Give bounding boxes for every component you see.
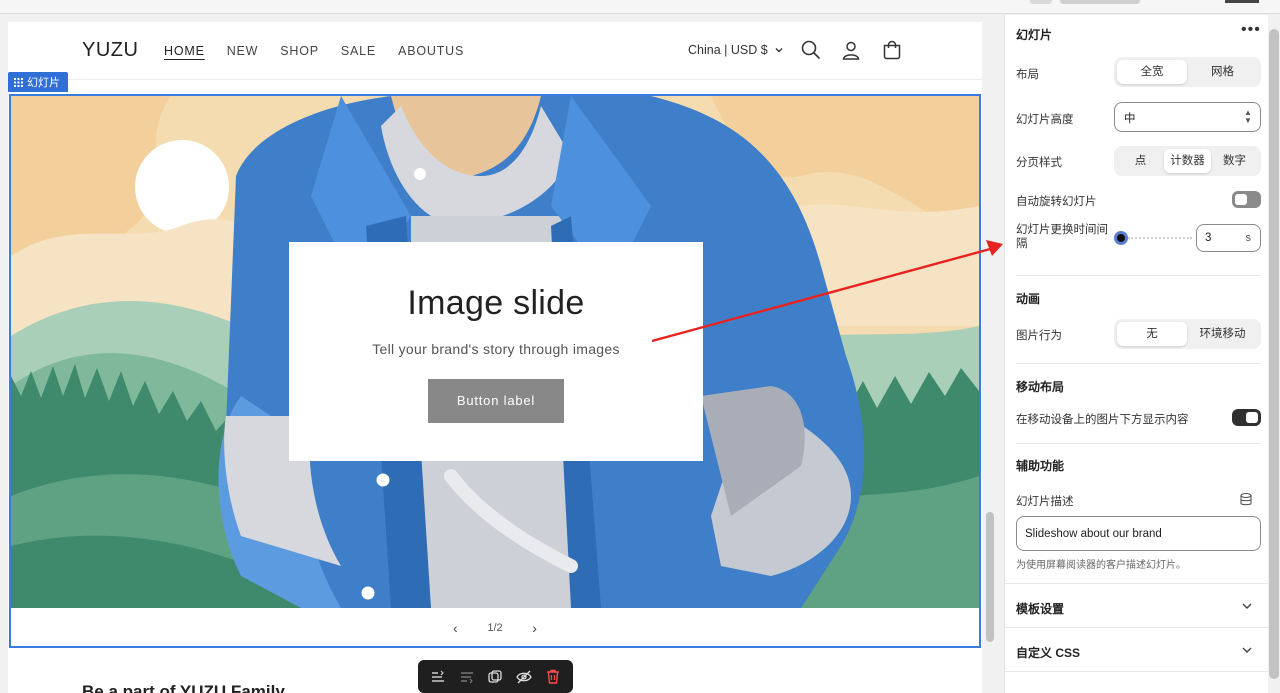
panel-scrollbar[interactable] — [1268, 15, 1280, 693]
layout-option-grid[interactable]: 网格 — [1187, 60, 1258, 84]
slide-heading: Image slide — [407, 284, 585, 322]
desc-input[interactable]: Slideshow about our brand — [1016, 516, 1261, 551]
desc-hint: 为使用屏幕阅读器的客户描述幻灯片。 — [1016, 560, 1186, 571]
pagination-segmented: 点 计数器 数字 — [1114, 146, 1261, 176]
interval-label: 幻灯片更换时间间隔 — [1016, 224, 1108, 250]
section-tag[interactable]: 幻灯片 — [8, 72, 68, 92]
prev-slide-button[interactable]: ‹ — [443, 620, 467, 636]
store-preview: YUZU HOME NEW SHOP SALE ABOUTUS China | … — [8, 22, 982, 693]
chevron-down-icon — [775, 48, 783, 53]
currency-label: China | USD $ — [688, 43, 768, 57]
move-up-icon[interactable] — [429, 668, 447, 686]
store-logo[interactable]: YUZU — [82, 39, 138, 62]
chevron-down-icon — [1242, 603, 1252, 609]
interval-slider[interactable] — [1114, 231, 1192, 245]
mobile-section-title: 移动布局 — [1016, 380, 1065, 394]
slide-subheading: Tell your brand's story through images — [372, 341, 620, 357]
interval-unit: s — [1245, 232, 1252, 244]
section-tag-label: 幻灯片 — [27, 77, 60, 89]
store-header: YUZU HOME NEW SHOP SALE ABOUTUS China | … — [8, 22, 982, 80]
search-icon[interactable] — [800, 39, 822, 61]
topbar-control[interactable] — [1060, 0, 1140, 4]
desc-label: 幻灯片描述 — [1016, 496, 1074, 508]
cart-icon[interactable] — [881, 39, 903, 61]
move-down-icon[interactable] — [458, 668, 476, 686]
slider-handle[interactable] — [1114, 231, 1128, 245]
chevron-down-icon — [1242, 647, 1252, 653]
height-select[interactable]: 中 ▲ ▼ — [1114, 102, 1261, 132]
database-icon[interactable] — [1240, 493, 1252, 506]
height-label: 幻灯片高度 — [1016, 114, 1074, 126]
select-updown-icon: ▲ ▼ — [1244, 108, 1252, 125]
accessibility-section-title: 辅助功能 — [1016, 459, 1065, 473]
preview-scrollbar-thumb[interactable] — [986, 512, 994, 642]
slide-button[interactable]: Button label — [428, 379, 564, 423]
layout-option-full[interactable]: 全宽 — [1117, 60, 1187, 84]
layout-label: 布局 — [1016, 69, 1039, 81]
theme-settings-collapsible[interactable]: 模板设置 — [1016, 600, 1261, 617]
delete-icon[interactable] — [544, 668, 562, 686]
topbar-control[interactable] — [1030, 0, 1052, 4]
slide-content-box: Image slide Tell your brand's story thro… — [289, 242, 703, 461]
mobile-label: 在移动设备上的图片下方显示内容 — [1016, 414, 1189, 426]
nav-item-sale[interactable]: SALE — [341, 44, 376, 58]
nav-item-aboutus[interactable]: ABOUTUS — [398, 44, 464, 58]
editor-topbar — [0, 0, 1280, 14]
autorotate-toggle[interactable] — [1232, 191, 1261, 208]
preview-scrollbar[interactable] — [984, 22, 996, 693]
grip-icon — [14, 77, 23, 87]
height-select-value: 中 — [1124, 113, 1136, 125]
settings-panel: 幻灯片 ••• 布局 全宽 网格 幻灯片高度 中 ▲ ▼ 分页样式 点 计数器 数… — [1004, 15, 1268, 693]
pagination-option-counter[interactable]: 计数器 — [1164, 149, 1211, 173]
panel-title: 幻灯片 — [1016, 28, 1053, 42]
topbar-control[interactable] — [1225, 0, 1259, 3]
section-heading: Be a part of YUZU Family — [82, 682, 285, 693]
slideshow-section[interactable]: Image slide Tell your brand's story thro… — [9, 94, 981, 648]
image-behavior-segmented: 无 环境移动 — [1114, 319, 1261, 349]
interval-value: 3 — [1205, 232, 1212, 244]
hide-icon[interactable] — [515, 668, 533, 686]
nav-item-new[interactable]: NEW — [227, 44, 259, 58]
section-toolbar — [418, 660, 573, 693]
duplicate-icon[interactable] — [486, 668, 504, 686]
nav-item-home[interactable]: HOME — [164, 44, 205, 58]
main-nav: HOME NEW SHOP SALE ABOUTUS — [164, 44, 486, 58]
layout-segmented: 全宽 网格 — [1114, 57, 1261, 87]
pager-counter: 1/2 — [487, 622, 503, 634]
slideshow-pager: ‹ 1/2 › — [11, 608, 979, 646]
mobile-toggle[interactable] — [1232, 409, 1261, 426]
pagination-label: 分页样式 — [1016, 157, 1062, 169]
custom-css-label: 自定义 CSS — [1016, 646, 1081, 660]
custom-css-collapsible[interactable]: 自定义 CSS — [1016, 644, 1261, 661]
theme-settings-label: 模板设置 — [1016, 602, 1065, 616]
account-icon[interactable] — [840, 39, 862, 61]
autorotate-label: 自动旋转幻灯片 — [1016, 196, 1097, 208]
interval-input[interactable]: 3 s — [1196, 224, 1261, 252]
panel-scrollbar-thumb[interactable] — [1269, 29, 1279, 679]
image-behavior-label: 图片行为 — [1016, 330, 1062, 342]
pagination-option-dots[interactable]: 点 — [1117, 149, 1164, 173]
nav-item-shop[interactable]: SHOP — [280, 44, 319, 58]
image-behavior-option-ambient[interactable]: 环境移动 — [1187, 322, 1258, 346]
more-options-icon[interactable]: ••• — [1241, 21, 1261, 39]
next-slide-button[interactable]: › — [523, 620, 547, 636]
image-behavior-option-none[interactable]: 无 — [1117, 322, 1187, 346]
animation-section-title: 动画 — [1016, 292, 1041, 306]
pagination-option-numbers[interactable]: 数字 — [1211, 149, 1258, 173]
currency-selector[interactable]: China | USD $ — [688, 43, 784, 57]
